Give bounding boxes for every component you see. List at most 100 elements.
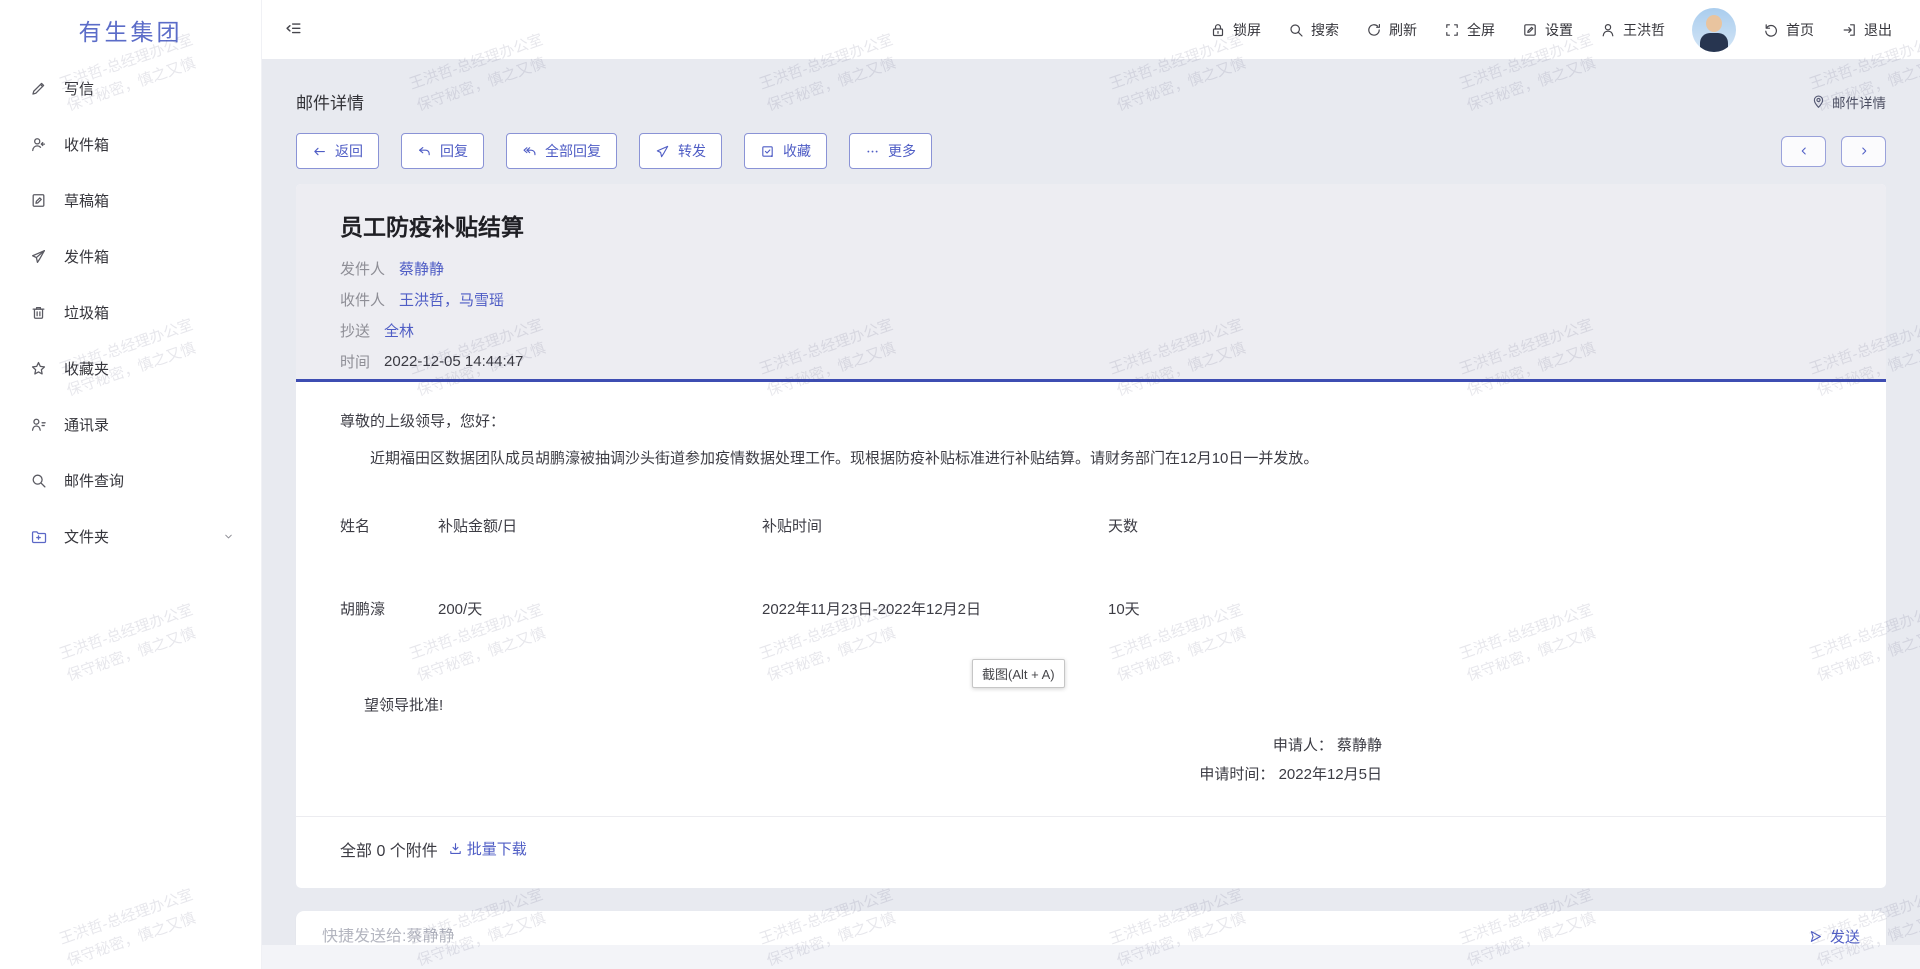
mail-paragraph: 近期福田区数据团队成员胡鹏濠被抽调沙头街道参加疫情数据处理工作。现根据防疫补贴标… <box>340 447 1842 468</box>
paper-plane-icon <box>30 248 47 265</box>
sidebar-item-contacts[interactable]: 通讯录 <box>0 396 261 452</box>
sidebar-item-compose[interactable]: 写信 <box>0 60 261 116</box>
subsidy-table-row: 胡鹏濠 200/天 2022年11月23日-2022年12月2日 10天 <box>340 598 1842 619</box>
download-icon <box>448 841 463 856</box>
edit-square-icon <box>1522 22 1538 38</box>
avatar[interactable] <box>1692 8 1736 52</box>
lock-screen-button[interactable]: 锁屏 <box>1210 20 1261 40</box>
reply-icon <box>417 144 432 159</box>
home-back-icon <box>1763 22 1779 38</box>
batch-download-label: 批量下载 <box>467 838 527 859</box>
sidebar-item-label: 垃圾箱 <box>64 302 109 323</box>
quick-send-input[interactable] <box>322 928 1808 946</box>
back-button[interactable]: 返回 <box>296 133 379 169</box>
chevron-left-icon <box>1797 144 1811 158</box>
back-label: 返回 <box>335 141 363 161</box>
refresh-button[interactable]: 刷新 <box>1366 20 1417 40</box>
fullscreen-icon <box>1444 22 1460 38</box>
draft-icon <box>30 192 47 209</box>
reply-label: 回复 <box>440 141 468 161</box>
prev-mail-button[interactable] <box>1781 136 1826 167</box>
main-content: 邮件详情 邮件详情 返回 回复 全部回复 转发 <box>262 59 1920 969</box>
logout-button[interactable]: 退出 <box>1841 20 1892 40</box>
forward-label: 转发 <box>678 141 706 161</box>
breadcrumb: 邮件详情 <box>1811 92 1886 112</box>
table-header-cell: 天数 <box>1108 515 1842 536</box>
trash-icon <box>30 304 47 321</box>
search-icon <box>30 472 47 489</box>
sidebar-item-favorites[interactable]: 收藏夹 <box>0 340 261 396</box>
lock-icon <box>1210 22 1226 38</box>
home-button[interactable]: 首页 <box>1763 20 1814 40</box>
table-cell: 200/天 <box>438 598 762 619</box>
brand-logo: 有生集团 <box>0 0 261 60</box>
mail-header: 员工防疫补贴结算 发件人 蔡静静 收件人 王洪哲，马雪瑶 抄送 全林 时间 20… <box>296 184 1886 382</box>
mail-toolbar: 返回 回复 全部回复 转发 收藏 更多 <box>296 133 1886 169</box>
page-header: 邮件详情 邮件详情 <box>296 59 1886 114</box>
sidebar-item-folders[interactable]: 文件夹 <box>0 508 261 564</box>
cc-contact-link[interactable]: 全林 <box>384 320 414 341</box>
next-mail-button[interactable] <box>1841 136 1886 167</box>
mail-from-row: 发件人 蔡静静 <box>340 253 1842 284</box>
settings-label: 设置 <box>1545 20 1573 40</box>
footer-strip <box>262 945 1920 969</box>
current-user-name: 王洪哲 <box>1623 20 1665 40</box>
topbar: 锁屏 搜索 刷新 全屏 设置 王洪哲 <box>262 0 1920 59</box>
fullscreen-button[interactable]: 全屏 <box>1444 20 1495 40</box>
location-pin-icon <box>1811 94 1826 109</box>
applicant-date: 申请时间： 2022年12月5日 <box>340 760 1382 789</box>
table-cell: 胡鹏濠 <box>340 598 438 619</box>
to-contacts-link[interactable]: 王洪哲，马雪瑶 <box>399 289 504 310</box>
applicant-name: 申请人： 蔡静静 <box>340 731 1382 760</box>
search-button[interactable]: 搜索 <box>1288 20 1339 40</box>
batch-download-link[interactable]: 批量下载 <box>448 838 527 859</box>
table-cell: 10天 <box>1108 598 1842 619</box>
sidebar-item-trash[interactable]: 垃圾箱 <box>0 284 261 340</box>
mail-greeting: 尊敬的上级领导，您好： <box>340 410 1842 431</box>
subsidy-table-header: 姓名 补贴金额/日 补贴时间 天数 <box>340 515 1842 536</box>
send-button[interactable]: 发送 <box>1808 926 1860 947</box>
refresh-icon <box>1366 22 1382 38</box>
sidebar-item-drafts[interactable]: 草稿箱 <box>0 172 261 228</box>
chevron-right-icon <box>1857 144 1871 158</box>
forward-button[interactable]: 转发 <box>639 133 722 169</box>
sidebar-item-label: 邮件查询 <box>64 470 124 491</box>
more-button[interactable]: 更多 <box>849 133 932 169</box>
sidebar-item-label: 文件夹 <box>64 526 109 547</box>
lock-screen-label: 锁屏 <box>1233 20 1261 40</box>
from-contact-link[interactable]: 蔡静静 <box>399 258 444 279</box>
mail-closing: 望领导批准! <box>364 694 1842 715</box>
sidebar-item-mail-search[interactable]: 邮件查询 <box>0 452 261 508</box>
forward-icon <box>655 144 670 159</box>
breadcrumb-label: 邮件详情 <box>1832 92 1886 112</box>
chevron-down-icon <box>222 530 235 543</box>
pencil-icon <box>30 80 47 97</box>
sidebar-item-sent[interactable]: 发件箱 <box>0 228 261 284</box>
attachments-summary: 全部 0 个附件 <box>340 837 438 861</box>
mail-time-row: 时间 2022-12-05 14:44:47 <box>340 346 1842 377</box>
sidebar-item-label: 写信 <box>64 78 94 99</box>
folder-plus-icon <box>30 528 47 545</box>
mail-card: 员工防疫补贴结算 发件人 蔡静静 收件人 王洪哲，马雪瑶 抄送 全林 时间 20… <box>296 184 1886 888</box>
table-header-cell: 姓名 <box>340 515 438 536</box>
reply-button[interactable]: 回复 <box>401 133 484 169</box>
mail-pager <box>1781 136 1886 167</box>
current-user-button[interactable]: 王洪哲 <box>1600 20 1665 40</box>
reply-all-label: 全部回复 <box>545 141 601 161</box>
search-label: 搜索 <box>1311 20 1339 40</box>
home-label: 首页 <box>1786 20 1814 40</box>
star-icon <box>30 360 47 377</box>
applicant-block: 申请人： 蔡静静 申请时间： 2022年12月5日 <box>340 731 1382 790</box>
favorite-button[interactable]: 收藏 <box>744 133 827 169</box>
collapse-menu-icon[interactable] <box>284 20 303 39</box>
sidebar-item-inbox[interactable]: 收件箱 <box>0 116 261 172</box>
sidebar-item-label: 收藏夹 <box>64 358 109 379</box>
arrow-left-icon <box>312 144 327 159</box>
user-icon <box>1600 22 1616 38</box>
sidebar-item-label: 收件箱 <box>64 134 109 155</box>
more-dots-icon <box>865 144 880 159</box>
table-header-cell: 补贴时间 <box>762 515 1108 536</box>
settings-button[interactable]: 设置 <box>1522 20 1573 40</box>
favorite-label: 收藏 <box>783 141 811 161</box>
reply-all-button[interactable]: 全部回复 <box>506 133 617 169</box>
